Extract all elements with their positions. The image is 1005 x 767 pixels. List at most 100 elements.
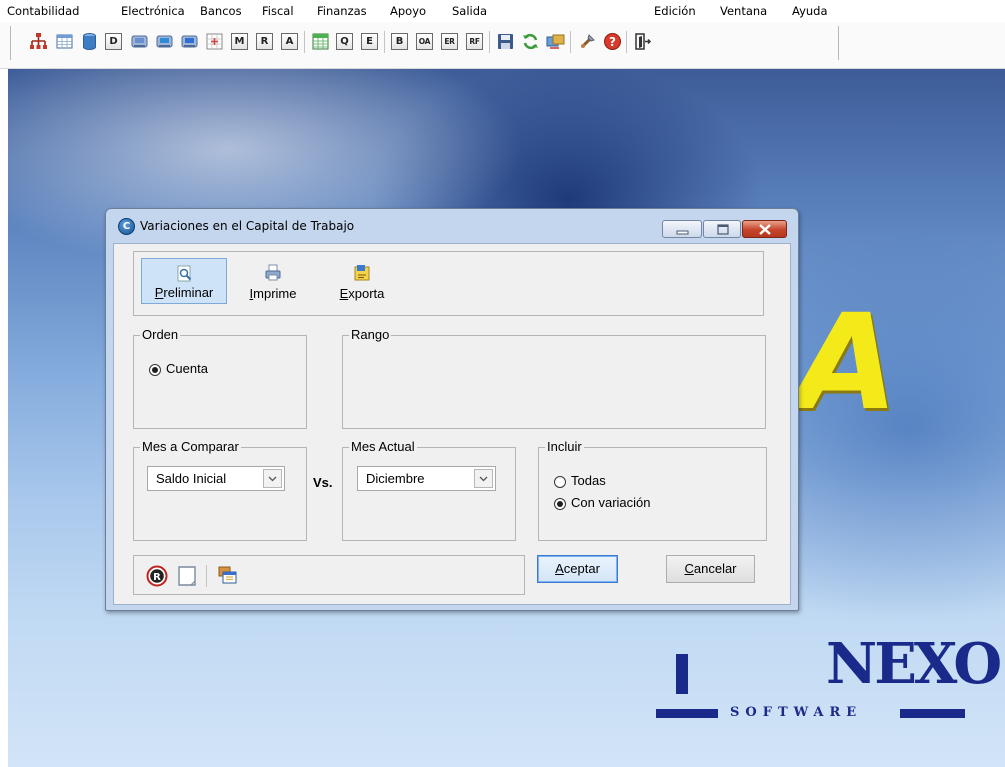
maximize-icon [717, 224, 729, 235]
rango-group: Rango [342, 327, 766, 429]
menu-ayuda[interactable]: Ayuda [792, 4, 828, 18]
grid-plus-icon[interactable] [205, 32, 224, 51]
rango-legend: Rango [349, 327, 392, 343]
dialog-titlebar[interactable]: C Variaciones en el Capital de Trabajo [106, 209, 798, 243]
toolbar-button-b[interactable]: B [391, 33, 408, 50]
toolbar-separator [384, 31, 385, 53]
incluir-group: Incluir Todas Con variación [538, 439, 767, 541]
org-chart-icon[interactable] [29, 32, 48, 51]
radio-cuenta[interactable] [149, 364, 161, 376]
orden-group: Orden Cuenta [133, 327, 307, 429]
radio-cuenta-label[interactable]: Cuenta [166, 361, 208, 376]
mes-comparar-dropdown-button[interactable] [263, 469, 282, 488]
minimize-button[interactable] [662, 220, 702, 238]
brand-logo-text: NEXO [826, 631, 1002, 697]
svg-text:?: ? [609, 35, 616, 49]
table-icon[interactable] [55, 32, 74, 51]
radio-con-variacion[interactable] [554, 498, 566, 510]
exit-icon[interactable] [633, 32, 652, 51]
toolbar-end [838, 26, 839, 60]
report-toolstrip: Preliminar Imprime Exporta [133, 251, 764, 316]
minimize-icon [676, 230, 689, 235]
close-icon [759, 224, 771, 235]
svg-text:R: R [153, 572, 161, 583]
dialog-window: C Variaciones en el Capital de Trabajo P… [105, 208, 799, 611]
mes-comparar-group: Mes a Comparar Saldo Inicial [133, 439, 307, 541]
register-icon[interactable]: R [146, 565, 168, 587]
radio-con-variacion-label[interactable]: Con variación [571, 495, 651, 510]
mes-actual-select[interactable]: Diciembre [357, 466, 496, 491]
cancelar-button[interactable]: Cancelar [666, 555, 755, 583]
blank-page-icon[interactable] [176, 565, 198, 587]
refresh-icon[interactable] [521, 32, 540, 51]
transfer-icon[interactable] [546, 32, 565, 51]
tools-icon[interactable] [578, 32, 597, 51]
mes-comparar-select[interactable]: Saldo Inicial [147, 466, 285, 491]
windows-stack-icon[interactable] [217, 565, 239, 587]
save-icon[interactable] [496, 32, 515, 51]
brand-subtitle: SOFTWARE [730, 705, 863, 720]
vs-label: Vs. [313, 475, 333, 490]
menu-edicion[interactable]: Edición [654, 4, 696, 18]
spreadsheet-icon[interactable] [311, 32, 330, 51]
dialog-title: Variaciones en el Capital de Trabajo [140, 219, 355, 233]
preliminar-label: Preliminar [154, 285, 214, 300]
menu-bar: Contabilidad Electrónica Bancos Fiscal F… [0, 0, 1005, 22]
toolbar-button-d[interactable]: D [105, 33, 122, 50]
brand-mark [676, 654, 688, 694]
toolbar-grip [10, 26, 11, 60]
printer-icon [265, 264, 281, 281]
orden-legend: Orden [140, 327, 181, 343]
menu-electronica[interactable]: Electrónica [121, 4, 185, 18]
close-button[interactable] [742, 220, 787, 238]
menu-bancos[interactable]: Bancos [200, 4, 242, 18]
options-toolstrip: R [133, 555, 525, 595]
toolbar-button-oa[interactable]: OA [416, 33, 433, 50]
brand-letter: A [796, 286, 899, 440]
exporta-button[interactable]: Exporta [321, 258, 403, 304]
maximize-button[interactable] [703, 220, 741, 238]
toolbar-button-e[interactable]: E [361, 33, 378, 50]
preliminar-button[interactable]: Preliminar [141, 258, 227, 304]
app-icon: C [118, 218, 135, 235]
chevron-down-icon [479, 476, 488, 482]
toolbar-separator [489, 31, 490, 53]
radio-todas-label[interactable]: Todas [571, 473, 606, 488]
toolbar-separator [626, 31, 627, 53]
menu-finanzas[interactable]: Finanzas [317, 4, 367, 18]
chevron-down-icon [268, 476, 277, 482]
menu-salida[interactable]: Salida [452, 4, 487, 18]
toolbar-button-q[interactable]: Q [336, 33, 353, 50]
db-report-icon[interactable] [180, 32, 199, 51]
help-icon[interactable]: ? [603, 32, 622, 51]
toolbar-button-r[interactable]: R [256, 33, 273, 50]
mes-comparar-value: Saldo Inicial [156, 471, 227, 486]
toolbar-button-rf[interactable]: RF [466, 33, 483, 50]
toolbar: D M R A Q E B OA ER RF ? [0, 22, 1005, 69]
aceptar-button[interactable]: Aceptar [537, 555, 618, 583]
menu-contabilidad[interactable]: Contabilidad [7, 4, 79, 18]
menu-apoyo[interactable]: Apoyo [390, 4, 426, 18]
mes-actual-group: Mes Actual Diciembre [342, 439, 516, 541]
toolbar-separator [570, 31, 571, 53]
imprime-label: Imprime [249, 286, 297, 301]
db-report-icon[interactable] [130, 32, 149, 51]
toolbar-button-m[interactable]: M [231, 33, 248, 50]
menu-fiscal[interactable]: Fiscal [262, 4, 294, 18]
radio-todas[interactable] [554, 476, 566, 488]
db-report-icon[interactable] [155, 32, 174, 51]
toolbar-button-a[interactable]: A [281, 33, 298, 50]
brand-bar [900, 709, 965, 718]
brand-bar [656, 709, 718, 718]
toolbar-button-er[interactable]: ER [441, 33, 458, 50]
dialog-client-area: Preliminar Imprime Exporta Orden Cuenta [113, 243, 791, 605]
preview-magnifier-icon [177, 265, 192, 282]
mes-actual-dropdown-button[interactable] [474, 469, 493, 488]
database-icon[interactable] [80, 32, 99, 51]
options-separator [206, 565, 207, 587]
mes-comparar-legend: Mes a Comparar [140, 439, 241, 455]
export-icon [354, 265, 370, 281]
imprime-button[interactable]: Imprime [231, 258, 315, 304]
mes-actual-legend: Mes Actual [349, 439, 417, 455]
menu-ventana[interactable]: Ventana [720, 4, 767, 18]
